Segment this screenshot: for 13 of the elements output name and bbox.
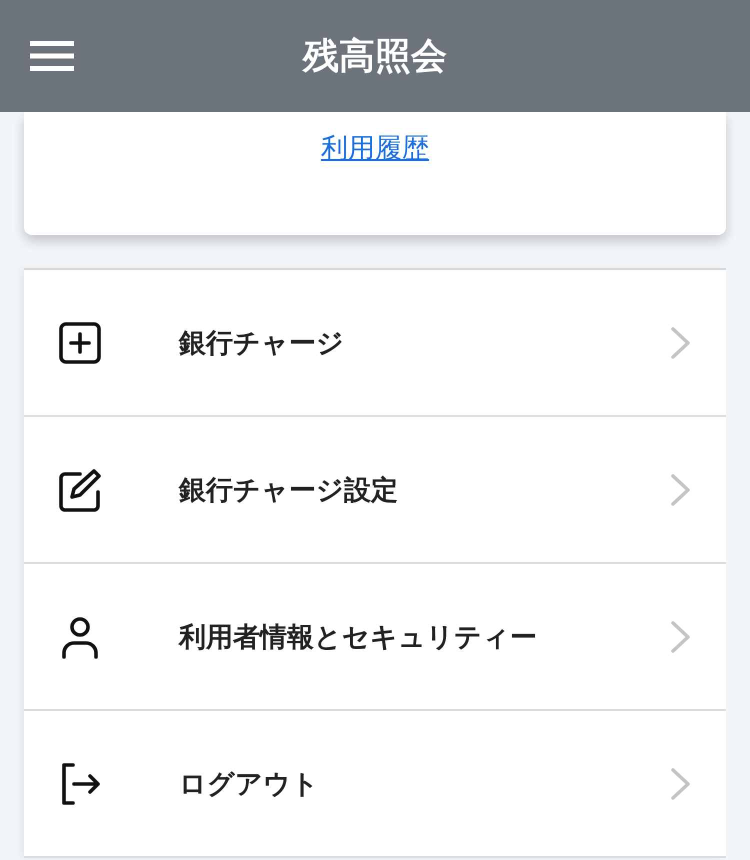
menu-item[interactable]: 利用者情報とセキュリティー bbox=[24, 564, 726, 711]
history-link[interactable]: 利用履歴 bbox=[321, 130, 429, 166]
menu-item[interactable]: 銀行チャージ設定 bbox=[24, 417, 726, 564]
page-title: 残高照会 bbox=[303, 34, 447, 78]
menu-item[interactable]: 銀行チャージ bbox=[24, 270, 726, 417]
menu-icon[interactable] bbox=[30, 41, 74, 71]
chevron-right-icon bbox=[670, 472, 692, 506]
chevron-right-icon bbox=[670, 766, 692, 800]
plus-square-icon bbox=[58, 320, 102, 364]
menu-item[interactable]: ログアウト bbox=[24, 711, 726, 858]
chevron-right-icon bbox=[670, 326, 692, 360]
chevron-right-icon bbox=[670, 620, 692, 654]
edit-icon bbox=[58, 468, 102, 512]
